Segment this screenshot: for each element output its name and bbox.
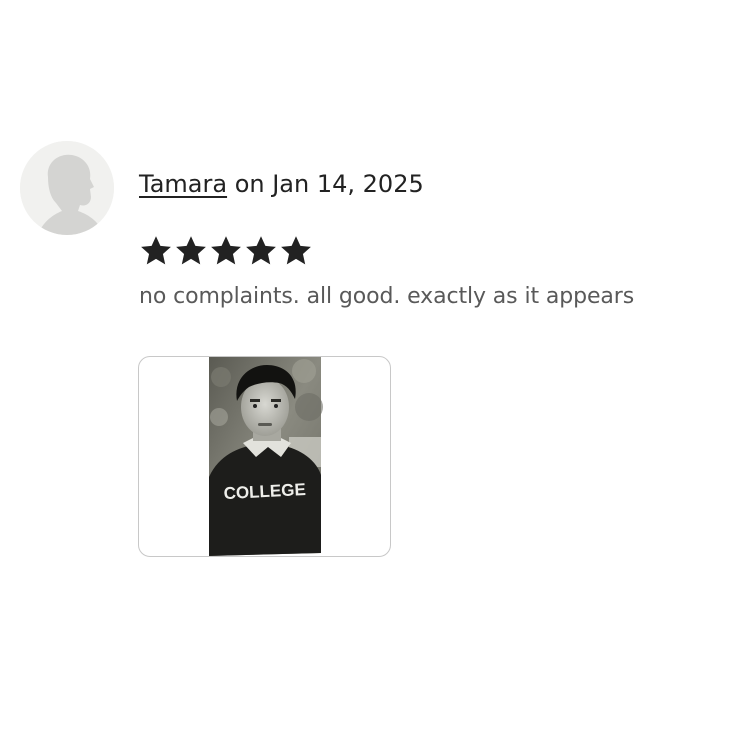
review-text: no complaints. all good. exactly as it a… [139,284,635,309]
review-meta: Tamara on Jan 14, 2025 [139,166,424,202]
star-icon [211,236,241,265]
review-card: Tamara on Jan 14, 2025 no complaints. al… [0,0,750,750]
star-icon [246,236,276,265]
star-rating [139,234,313,272]
review-date: on Jan 14, 2025 [234,170,424,198]
review-photo[interactable]: COLLEGE [138,356,391,557]
star-icon [141,236,171,265]
reviewer-name-link[interactable]: Tamara [139,170,227,198]
star-icon [281,236,311,265]
star-icon [176,236,206,265]
default-user-silhouette-icon [20,141,114,235]
review-photo-image: COLLEGE [209,357,323,556]
avatar [20,141,114,235]
